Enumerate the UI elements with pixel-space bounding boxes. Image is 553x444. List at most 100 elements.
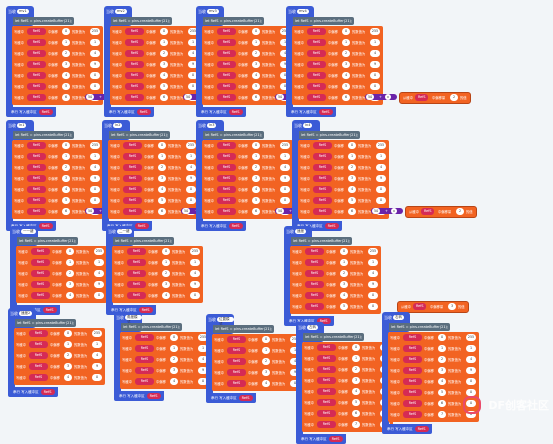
buffer-variable-dropdown[interactable]: RefS	[227, 358, 246, 365]
value-input[interactable]: 4	[466, 356, 476, 363]
buffer-write-row[interactable]: 写缓冲RefS中偏移0的数值为255	[16, 330, 103, 337]
value-input[interactable]: 0	[466, 389, 476, 396]
buffer-write-row[interactable]: 写缓冲RefS中偏移 3的数值为 9	[110, 175, 197, 182]
buffer-write-chain[interactable]: 写缓冲RefS中偏移0的数值为255写缓冲RefS中偏移1的数值为1写缓冲Ref…	[302, 342, 393, 432]
offset-input[interactable]: 6	[342, 94, 350, 101]
buffer-variable-dropdown[interactable]: RefS	[217, 72, 236, 79]
let-buffer-block[interactable]: let RefS = pins.createBuffer(21);	[16, 237, 78, 245]
serial-write-variable[interactable]: RefS	[146, 393, 161, 399]
offset-input[interactable]: 0	[340, 248, 348, 255]
buffer-variable-dropdown[interactable]: RefS	[27, 164, 46, 171]
offset-input[interactable]: 4	[66, 292, 74, 299]
buffer-write-row[interactable]: 写缓冲RefS中偏移2的数值为4	[304, 366, 391, 373]
buffer-variable-dropdown[interactable]: RefS	[217, 153, 236, 160]
buffer-write-row[interactable]: 写缓冲RefS中偏移4的数值为0	[304, 388, 391, 395]
offset-input[interactable]: 1	[162, 259, 170, 266]
value-input[interactable]: 255	[92, 330, 102, 337]
buffer-write-row[interactable]: 写缓冲RefS中偏移2的数值为4	[300, 164, 387, 171]
buffer-write-row[interactable]: 写缓冲RefS中偏移2的数值为4	[204, 164, 291, 171]
buffer-write-row[interactable]: 写缓冲RefS中偏移 3的数值为 9	[16, 363, 103, 370]
offset-input[interactable]: 4	[160, 72, 168, 79]
math-operand-b[interactable]: x	[385, 94, 391, 100]
value-input[interactable]: 1	[94, 259, 104, 266]
value-input[interactable]: 4	[94, 270, 104, 277]
buffer-variable-dropdown[interactable]: RefS	[135, 378, 154, 385]
value-input[interactable]: 255	[376, 142, 386, 149]
buffer-write-row[interactable]: 写缓冲RefS中偏移2的数值为4	[18, 270, 105, 277]
offset-input[interactable]: 3	[64, 363, 72, 370]
offset-input[interactable]: 5	[62, 197, 70, 204]
value-input[interactable]: 9	[376, 175, 386, 182]
offset-input[interactable]: 0	[62, 142, 70, 149]
offset-input[interactable]: 0	[262, 336, 270, 343]
value-input[interactable]: 4	[370, 50, 380, 57]
offset-input[interactable]: 1	[62, 153, 70, 160]
offset-input[interactable]: 1	[262, 347, 270, 354]
serial-write-block[interactable]: 串行 写入缓冲区RefS	[206, 393, 256, 403]
serial-write-block[interactable]: 串行 写入缓冲区RefS	[8, 387, 58, 397]
serial-write-block[interactable]: 串行 写入缓冲区RefS	[296, 434, 346, 444]
buffer-read-block[interactable]: 从缓冲 RefS 中偏移量 2 的值	[399, 92, 471, 104]
let-buffer-block[interactable]: let RefS = pins.createBuffer(21);	[14, 319, 76, 327]
offset-input[interactable]: 1	[352, 355, 360, 362]
offset-input[interactable]: 6	[348, 208, 356, 215]
buffer-write-row[interactable]: 写缓冲RefS中偏移6的数值为0	[304, 410, 391, 417]
buffer-write-row[interactable]: 写缓冲RefS中偏移 5的数值为 0	[204, 197, 291, 204]
buffer-variable-dropdown[interactable]: RefS	[313, 175, 332, 182]
offset-input[interactable]: 2	[348, 164, 356, 171]
value-input[interactable]: 0	[370, 83, 380, 90]
buffer-read-block[interactable]: 从缓冲 RefS 中偏移量 2 的值	[405, 206, 477, 218]
value-input[interactable]: 0	[370, 72, 380, 79]
buffer-variable-dropdown[interactable]: RefS	[227, 347, 246, 354]
math-operand-a[interactable]: 50	[182, 208, 191, 214]
value-input[interactable]: 9	[90, 175, 100, 182]
offset-input[interactable]: 5	[438, 389, 446, 396]
value-input[interactable]: 0	[90, 197, 100, 204]
value-input[interactable]: 1	[186, 153, 196, 160]
offset-input[interactable]: 4	[158, 186, 166, 193]
buffer-write-row[interactable]: 写缓冲RefS中偏移4的数值为0	[16, 374, 103, 381]
buffer-write-row[interactable]: 写缓冲RefS中偏移0的数值为255	[204, 28, 291, 35]
buffer-write-row[interactable]: 写缓冲RefS中偏移1的数值为1	[214, 347, 301, 354]
buffer-write-row[interactable]: 写缓冲RefS中偏移 5的数值为 0	[294, 83, 381, 90]
value-input[interactable]: 255	[370, 28, 380, 35]
buffer-variable-dropdown[interactable]: RefS	[123, 186, 142, 193]
offset-input[interactable]: 0	[158, 142, 166, 149]
buffer-write-row[interactable]: 写缓冲RefS中偏移0的数值为255	[114, 248, 201, 255]
buffer-variable-dropdown[interactable]: RefS	[403, 378, 422, 385]
buffer-write-row[interactable]: 写缓冲RefS中偏移1的数值为1	[112, 39, 199, 46]
event-key-pill[interactable]: 右转	[393, 315, 404, 320]
buffer-variable-dropdown[interactable]: RefS	[307, 83, 326, 90]
buffer-variable-dropdown[interactable]: RefS	[29, 374, 48, 381]
offset-input[interactable]: 1	[252, 153, 260, 160]
offset-input[interactable]: 6	[352, 410, 360, 417]
buffer-write-row[interactable]: 写缓冲RefS中偏移0的数值为255	[110, 142, 197, 149]
buffer-variable-dropdown[interactable]: RefS	[317, 366, 336, 373]
offset-input[interactable]: 1	[66, 259, 74, 266]
offset-input[interactable]: 3	[348, 175, 356, 182]
buffer-variable-dropdown[interactable]: RefS	[317, 377, 336, 384]
buffer-write-row[interactable]: 写缓冲RefS中偏移4的数值为0	[204, 186, 291, 193]
buffer-write-row[interactable]: 写缓冲RefS中偏移0的数值为255	[112, 28, 199, 35]
offset-input[interactable]: 1	[158, 153, 166, 160]
buffer-write-row[interactable]: 写缓冲RefS中偏移4的数值为0	[114, 292, 201, 299]
buffer-variable-dropdown[interactable]: RefS	[135, 367, 154, 374]
offset-input[interactable]: 1	[62, 39, 70, 46]
buffer-write-row[interactable]: 写缓冲RefS中偏移 5的数值为 0	[390, 389, 477, 396]
buffer-variable-dropdown[interactable]: RefS	[305, 303, 324, 310]
value-input[interactable]: 0	[368, 303, 378, 310]
math-operator-block[interactable]: 50 +x	[365, 94, 397, 100]
buffer-write-row[interactable]: 写缓冲RefS中偏移2的数值为4	[112, 50, 199, 57]
offset-input[interactable]: 3	[352, 377, 360, 384]
buffer-variable-dropdown[interactable]: RefS	[313, 208, 332, 215]
buffer-variable-dropdown[interactable]: RefS	[217, 208, 236, 215]
offset-input[interactable]: 0	[252, 28, 260, 35]
let-buffer-block[interactable]: let RefS = pins.createBuffer(21);	[112, 237, 174, 245]
serial-write-variable[interactable]: RefS	[40, 389, 55, 395]
buffer-variable-dropdown[interactable]: RefS	[227, 336, 246, 343]
buffer-variable-dropdown[interactable]: RefS	[135, 356, 154, 363]
event-key-pill[interactable]: ln1	[17, 123, 27, 128]
buffer-write-row[interactable]: 写缓冲RefS中偏移1的数值为1	[114, 259, 201, 266]
buffer-variable-dropdown[interactable]: RefS	[307, 39, 326, 46]
value-input[interactable]: 4	[376, 164, 386, 171]
